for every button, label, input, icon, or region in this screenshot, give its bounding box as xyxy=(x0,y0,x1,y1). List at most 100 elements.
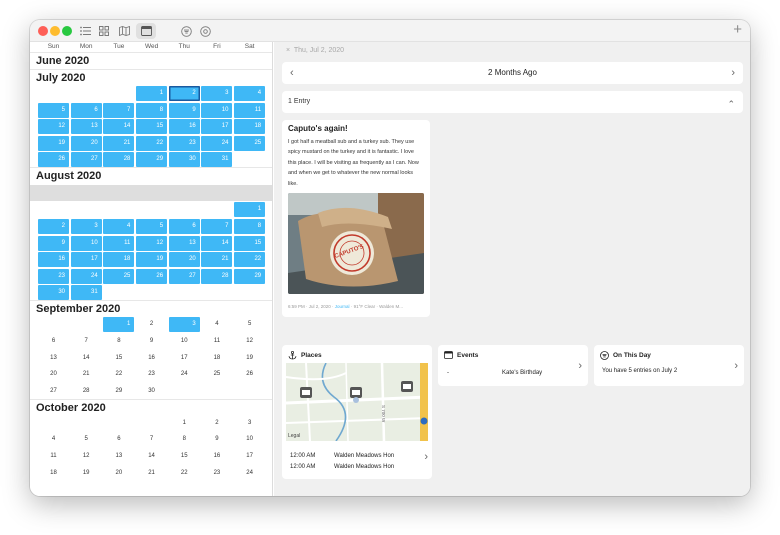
day-cell-with-entry[interactable]: 13 xyxy=(70,119,102,135)
day-cell[interactable]: 1 xyxy=(169,416,200,431)
day-cell[interactable]: 13 xyxy=(38,351,69,366)
map-icon[interactable] xyxy=(117,23,131,39)
day-cell[interactable]: 27 xyxy=(38,384,69,399)
day-cell-with-entry[interactable]: 10 xyxy=(70,235,102,251)
day-cell[interactable]: 23 xyxy=(201,466,232,481)
place-row[interactable]: 12:00 AM Walden Meadows Hon xyxy=(290,453,394,459)
day-cell[interactable]: 21 xyxy=(71,367,102,382)
day-cell-with-entry[interactable]: 15 xyxy=(234,235,266,251)
day-cell[interactable]: 14 xyxy=(71,351,102,366)
day-cell-with-entry[interactable]: 2 xyxy=(38,218,69,234)
day-cell-with-entry[interactable]: 30 xyxy=(38,285,69,301)
filter-icon[interactable] xyxy=(179,23,193,39)
day-cell[interactable]: 5 xyxy=(234,317,265,332)
day-cell-with-entry[interactable]: 11 xyxy=(234,102,266,118)
day-cell-with-entry[interactable]: 28 xyxy=(103,152,135,168)
day-cell[interactable]: 10 xyxy=(234,432,265,447)
day-cell-with-entry[interactable]: 27 xyxy=(70,152,102,168)
day-cell[interactable]: 13 xyxy=(103,449,134,464)
events-card[interactable]: Events - Kate's Birthday › xyxy=(438,345,588,386)
place-row[interactable]: 12:00 AM Walden Meadows Hon xyxy=(290,464,394,470)
day-cell[interactable]: 26 xyxy=(234,367,265,382)
day-cell-with-entry[interactable]: 26 xyxy=(38,152,69,168)
day-cell-with-entry[interactable]: 21 xyxy=(103,135,135,151)
day-cell[interactable]: 5 xyxy=(71,432,102,447)
new-entry-button[interactable]: + xyxy=(733,22,742,38)
grid-icon[interactable] xyxy=(97,23,111,39)
day-cell[interactable]: 17 xyxy=(234,449,265,464)
day-cell-with-entry[interactable]: 14 xyxy=(201,235,233,251)
day-cell[interactable]: 10 xyxy=(169,334,200,349)
day-cell[interactable]: 15 xyxy=(169,449,200,464)
day-cell-with-entry[interactable]: 4 xyxy=(234,86,266,101)
day-cell-with-entry[interactable]: 7 xyxy=(103,102,135,118)
day-cell-with-entry[interactable]: 2 xyxy=(168,86,200,101)
day-cell-with-entry[interactable]: 28 xyxy=(201,268,233,284)
on-this-day-card[interactable]: On This Day You have 5 entries on July 2… xyxy=(594,345,744,386)
day-cell-with-entry[interactable]: 11 xyxy=(103,235,135,251)
day-cell[interactable]: 2 xyxy=(201,416,232,431)
close-window-button[interactable] xyxy=(38,26,48,36)
day-cell[interactable]: 24 xyxy=(169,367,200,382)
day-cell[interactable]: 8 xyxy=(169,432,200,447)
day-cell-with-entry[interactable]: 5 xyxy=(136,218,168,234)
day-cell-with-entry[interactable]: 23 xyxy=(168,135,200,151)
day-cell-with-entry[interactable]: 1 xyxy=(103,317,135,333)
day-cell[interactable]: 9 xyxy=(201,432,232,447)
day-cell[interactable]: 20 xyxy=(103,466,134,481)
day-cell-with-entry[interactable]: 31 xyxy=(70,285,102,301)
minimize-window-button[interactable] xyxy=(50,26,60,36)
collapse-chevron-icon[interactable]: ⌃ xyxy=(727,91,735,117)
day-cell[interactable]: 7 xyxy=(71,334,102,349)
day-cell-with-entry[interactable]: 1 xyxy=(234,202,266,218)
places-map[interactable]: Legal S 700 W xyxy=(286,363,428,441)
day-cell[interactable]: 12 xyxy=(71,449,102,464)
day-cell[interactable]: 9 xyxy=(136,334,167,349)
day-cell-with-entry[interactable]: 18 xyxy=(234,119,266,135)
day-cell-with-entry[interactable]: 27 xyxy=(168,268,200,284)
day-cell[interactable]: 7 xyxy=(136,432,167,447)
day-cell[interactable]: 18 xyxy=(38,466,69,481)
day-cell-with-entry[interactable]: 3 xyxy=(168,317,200,333)
day-cell[interactable]: 14 xyxy=(136,449,167,464)
day-cell[interactable]: 6 xyxy=(103,432,134,447)
day-cell-with-entry[interactable]: 20 xyxy=(168,252,200,268)
day-cell-with-entry[interactable]: 5 xyxy=(38,102,69,118)
on-this-day-chevron-icon[interactable]: › xyxy=(734,355,738,377)
day-cell-with-entry[interactable]: 8 xyxy=(234,218,266,234)
day-cell[interactable]: 22 xyxy=(169,466,200,481)
day-cell-with-entry[interactable]: 12 xyxy=(38,119,69,135)
day-cell-with-entry[interactable]: 25 xyxy=(234,135,266,151)
day-cell-with-entry[interactable]: 30 xyxy=(168,152,200,168)
day-cell-with-entry[interactable]: 12 xyxy=(136,235,168,251)
close-icon[interactable]: × xyxy=(286,47,290,54)
day-cell[interactable]: 29 xyxy=(103,384,134,399)
day-cell-with-entry[interactable]: 17 xyxy=(70,252,102,268)
entry-card[interactable]: Caputo's again! I got half a meatball su… xyxy=(282,120,430,317)
day-cell-with-entry[interactable]: 17 xyxy=(201,119,233,135)
day-cell-with-entry[interactable]: 14 xyxy=(103,119,135,135)
day-cell-with-entry[interactable]: 1 xyxy=(136,86,168,101)
day-cell-with-entry[interactable]: 16 xyxy=(38,252,69,268)
day-cell[interactable]: 16 xyxy=(136,351,167,366)
day-cell-with-entry[interactable]: 29 xyxy=(136,152,168,168)
day-cell-with-entry[interactable]: 31 xyxy=(201,152,233,168)
next-date-button[interactable]: › xyxy=(731,62,735,84)
list-icon[interactable] xyxy=(78,23,92,39)
day-cell[interactable]: 15 xyxy=(103,351,134,366)
day-cell[interactable]: 11 xyxy=(38,449,69,464)
entries-header[interactable]: 1 Entry ⌃ xyxy=(282,91,743,113)
day-cell[interactable]: 12 xyxy=(234,334,265,349)
day-cell[interactable]: 20 xyxy=(38,367,69,382)
day-cell[interactable]: 8 xyxy=(103,334,134,349)
day-cell-with-entry[interactable]: 21 xyxy=(201,252,233,268)
day-cell-with-entry[interactable]: 3 xyxy=(201,86,233,101)
day-cell[interactable]: 22 xyxy=(103,367,134,382)
day-cell-with-entry[interactable]: 16 xyxy=(168,119,200,135)
calendar-icon[interactable] xyxy=(136,23,156,39)
day-cell[interactable]: 25 xyxy=(201,367,232,382)
day-cell-with-entry[interactable]: 26 xyxy=(136,268,168,284)
day-cell-with-entry[interactable]: 24 xyxy=(70,268,102,284)
day-cell[interactable]: 11 xyxy=(201,334,232,349)
day-cell-with-entry[interactable]: 10 xyxy=(201,102,233,118)
